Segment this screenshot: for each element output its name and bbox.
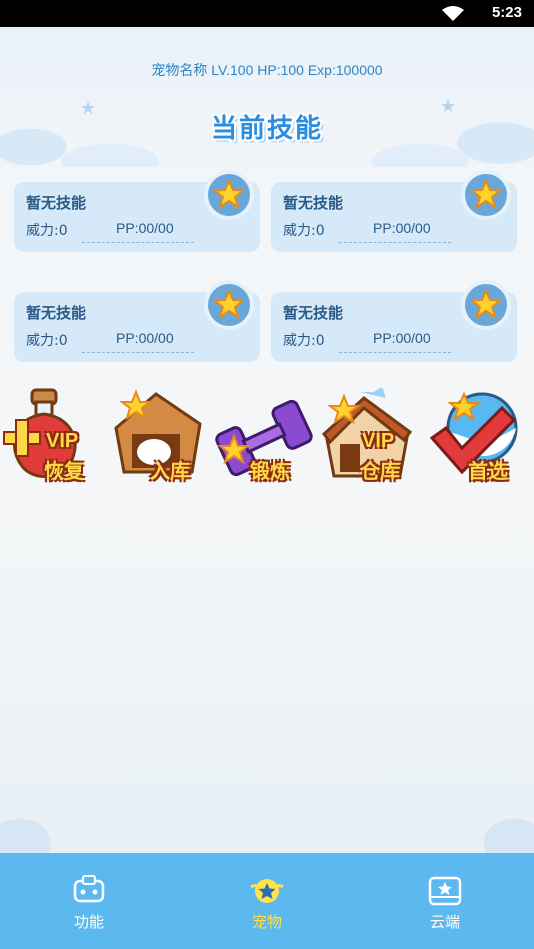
divider — [82, 352, 194, 353]
train-button[interactable]: 锻炼 — [214, 388, 314, 488]
star-icon — [204, 280, 254, 330]
nav-item-cloud[interactable]: 云端 — [356, 853, 534, 949]
bottom-nav: 功能 宠物 云端 — [0, 853, 534, 949]
pet-info: 宠物名称 LV.100 HP:100 Exp:100000 — [151, 62, 383, 78]
skill-pp: PP:00/00 — [116, 330, 174, 346]
divider — [339, 352, 451, 353]
star-badge-icon — [250, 879, 284, 903]
skill-name: 暂无技能 — [283, 194, 344, 212]
skill-card-3[interactable]: 暂无技能 威力:0 PP:00/00 — [14, 280, 260, 362]
primary-label: 首选 — [468, 459, 508, 483]
nav-label-functions: 功能 — [73, 913, 104, 931]
warehouse-label: 仓库 — [360, 459, 400, 483]
skill-name: 暂无技能 — [26, 194, 87, 212]
skill-card-1[interactable]: 暂无技能 威力:0 PP:00/00 — [14, 170, 260, 252]
vip-badge: VIP — [362, 430, 395, 452]
skill-name: 暂无技能 — [26, 304, 87, 322]
nav-label-pet: 宠物 — [251, 913, 282, 931]
vip-badge: VIP — [46, 430, 79, 452]
skill-power: 威力:0 — [283, 333, 325, 349]
status-time: 5:23 — [491, 4, 522, 21]
star-icon — [461, 170, 511, 220]
divider — [82, 242, 194, 243]
skill-pp: PP:00/00 — [116, 220, 174, 236]
nav-item-pet[interactable]: 宠物 — [178, 853, 356, 949]
divider — [339, 242, 451, 243]
restore-label: 恢复 — [44, 459, 84, 483]
skill-card-2[interactable]: 暂无技能 威力:0 PP:00/00 — [271, 170, 517, 252]
skill-power: 威力:0 — [283, 223, 325, 239]
skill-pp: PP:00/00 — [373, 330, 431, 346]
skill-power: 威力:0 — [26, 333, 68, 349]
store-label: 入库 — [150, 459, 190, 483]
skill-power: 威力:0 — [26, 223, 68, 239]
store-button[interactable]: 入库 — [106, 388, 206, 488]
restore-button[interactable]: VIP 恢复 — [2, 388, 102, 488]
nav-label-cloud: 云端 — [429, 913, 460, 931]
skill-card-4[interactable]: 暂无技能 威力:0 PP:00/00 — [271, 280, 517, 362]
train-label: 锻炼 — [250, 459, 290, 483]
cloud-decoration-bottom — [0, 763, 534, 853]
section-title: 当前技能 — [210, 114, 323, 144]
star-icon — [204, 170, 254, 220]
primary-button[interactable]: 首选 — [426, 388, 526, 488]
star-icon — [461, 280, 511, 330]
cloud-card-icon — [428, 876, 462, 906]
robot-icon — [73, 875, 105, 903]
nav-item-functions[interactable]: 功能 — [0, 853, 178, 949]
wifi-icon — [442, 6, 464, 21]
warehouse-button[interactable]: VIP 仓库 — [320, 388, 420, 488]
status-bar: 5:23 — [0, 0, 534, 27]
skill-name: 暂无技能 — [283, 304, 344, 322]
skill-pp: PP:00/00 — [373, 220, 431, 236]
